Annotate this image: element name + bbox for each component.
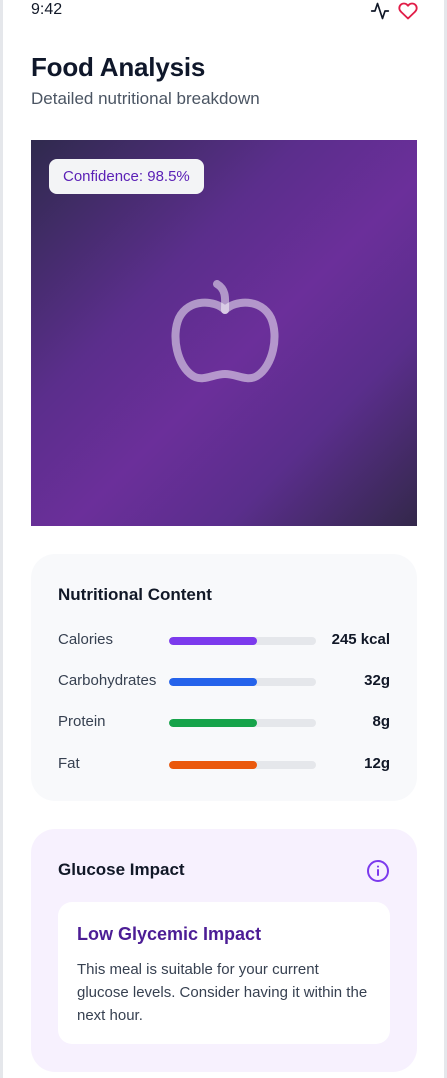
impact-title: Low Glycemic Impact — [77, 924, 262, 944]
nutrition-bar-track — [169, 678, 316, 686]
confidence-badge: Confidence: 98.5% — [49, 159, 204, 194]
status-icons — [370, 1, 418, 21]
nutrition-label: Fat — [58, 755, 80, 772]
heart-icon[interactable] — [398, 1, 418, 21]
nutrition-label: Carbohydrates — [58, 672, 157, 689]
nutrition-bar-fill — [169, 637, 258, 645]
nutrition-row: Carbohydrates 32g — [58, 670, 390, 694]
activity-icon[interactable] — [370, 1, 390, 21]
impact-text: This meal is suitable for your current g… — [77, 961, 368, 1024]
nutrition-value: 8g — [372, 713, 390, 730]
status-time: 9:42 — [31, 1, 63, 18]
nutrition-bar-track — [169, 761, 316, 769]
nutrition-bar-track — [169, 637, 316, 645]
nutrition-value: 245 kcal — [331, 631, 390, 648]
glucose-card: Glucose Impact Low Glycemic Impact This … — [31, 829, 417, 1072]
nutrition-title: Nutritional Content — [58, 585, 212, 604]
apple-icon — [171, 280, 279, 383]
nutrition-row: Calories 245 kcal — [58, 629, 390, 653]
nutrition-row: Protein 8g — [58, 711, 390, 735]
nutrition-label: Calories — [58, 631, 114, 648]
glucose-title: Glucose Impact — [58, 860, 185, 879]
nutrition-bar-track — [169, 719, 316, 727]
nutrition-card: Nutritional Content Calories 245 kcal Carb… — [31, 554, 417, 801]
nutrition-value: 32g — [364, 672, 390, 689]
info-icon[interactable] — [366, 859, 390, 883]
nutrition-bar-fill — [169, 761, 258, 769]
nutrition-row: Fat 12g — [58, 753, 390, 777]
page-subtitle: Detailed nutritional breakdown — [31, 89, 260, 108]
status-bar: 9:42 — [0, 0, 447, 24]
nutrition-value: 12g — [364, 755, 390, 772]
nutrition-label: Protein — [58, 713, 106, 730]
food-image: Confidence: 98.5% — [31, 140, 417, 526]
nutrition-bar-fill — [169, 678, 258, 686]
impact-box: Low Glycemic Impact This meal is suitabl… — [58, 902, 390, 1044]
page-title: Food Analysis — [31, 52, 206, 82]
nutrition-bar-fill — [169, 719, 258, 727]
